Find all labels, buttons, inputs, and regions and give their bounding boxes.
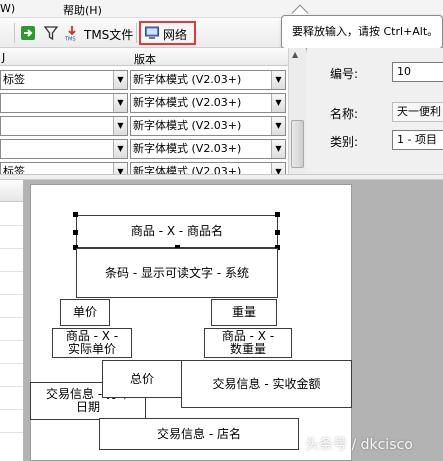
grid-vertical-scrollbar[interactable]: ▲: [288, 48, 306, 174]
table-row[interactable]: ▼ 新字体模式 (V2.03+) ▼: [0, 139, 288, 162]
cell-value: 新字体模式 (V2.03+): [133, 165, 242, 174]
chevron-down-icon[interactable]: ▼: [113, 71, 127, 89]
watermark-text: 头条号 / dkcisco: [305, 437, 413, 453]
chevron-down-icon[interactable]: ▼: [271, 117, 285, 135]
number-label: 编号:: [330, 67, 359, 81]
font-mode-select[interactable]: 新字体模式 (V2.03+) ▼: [130, 93, 286, 113]
network-label: 网络: [163, 28, 188, 42]
label-type-select[interactable]: 标签 ▼: [0, 70, 128, 90]
label-field-weight[interactable]: 重量: [211, 299, 277, 326]
label-grid: J 版本 标签 ▼ 新字体模式 (V2.03+) ▼ ▼ 新字体模式 (V2.03+…: [0, 48, 306, 174]
chevron-down-icon[interactable]: ▼: [271, 71, 285, 89]
table-row[interactable]: 标签 ▼ 新字体模式 (V2.03+) ▼: [0, 162, 288, 174]
label-field-unit-price[interactable]: 单价: [60, 299, 110, 326]
grid-column-header[interactable]: J: [2, 51, 5, 64]
chevron-down-icon[interactable]: ▼: [271, 94, 285, 112]
name-field[interactable]: 天一便利: [392, 102, 443, 122]
font-mode-select[interactable]: 新字体模式 (V2.03+) ▼: [130, 116, 286, 136]
resize-handle[interactable]: [73, 230, 78, 235]
list-divider: [0, 225, 23, 226]
list-divider: [0, 271, 23, 272]
list-divider: [0, 432, 23, 433]
cell-value: 新字体模式 (V2.03+): [133, 96, 242, 109]
release-input-tooltip: 要释放输入，请按 Ctrl+Alt。: [281, 15, 443, 49]
list-divider: [0, 294, 23, 295]
font-mode-select[interactable]: 新字体模式 (V2.03+) ▼: [130, 162, 286, 174]
svg-text:TMS: TMS: [64, 37, 76, 42]
lower-left-list: [0, 180, 24, 461]
filter-icon[interactable]: [43, 25, 59, 41]
label-field-total-price[interactable]: 总价: [102, 360, 182, 398]
chevron-down-icon[interactable]: ▼: [113, 140, 127, 158]
label-field-store-name[interactable]: 交易信息 - 店名: [99, 418, 299, 450]
number-field[interactable]: 10: [392, 62, 443, 82]
list-divider: [0, 248, 23, 249]
grid-header: J 版本: [0, 48, 288, 66]
list-divider: [0, 317, 23, 318]
resize-handle[interactable]: [275, 230, 280, 235]
label-type-select[interactable]: ▼: [0, 116, 128, 136]
list-divider: [0, 363, 23, 364]
list-header: [0, 180, 23, 202]
font-mode-select[interactable]: 新字体模式 (V2.03+) ▼: [130, 139, 286, 159]
table-row[interactable]: ▼ 新字体模式 (V2.03+) ▼: [0, 116, 288, 139]
cell-value: 标签: [3, 165, 25, 174]
name-label: 名称:: [330, 107, 359, 121]
chevron-down-icon[interactable]: ▼: [271, 163, 285, 174]
cell-value: 新字体模式 (V2.03+): [133, 119, 242, 132]
label-field-net-weight[interactable]: 商品 - X - 数重量: [204, 328, 292, 358]
resize-handle[interactable]: [275, 212, 280, 217]
list-divider: [0, 386, 23, 387]
chevron-down-icon[interactable]: ▼: [113, 117, 127, 135]
toolbar-separator: [136, 23, 137, 43]
list-divider: [0, 409, 23, 410]
network-computer-icon: [144, 25, 160, 41]
grid-column-header-version[interactable]: 版本: [134, 51, 156, 67]
scrollbar-thumb[interactable]: [291, 120, 304, 168]
toolbar-separator: [14, 23, 15, 43]
label-type-select[interactable]: ▼: [0, 139, 128, 159]
scroll-up-icon[interactable]: ▲: [292, 50, 298, 59]
label-field-received-amount[interactable]: 交易信息 - 实收金额: [181, 360, 352, 408]
tms-file-button[interactable]: TMS文件: [84, 26, 133, 43]
property-panel: 编号: 10 名称: 天一便利 类别: 1 - 项目: [307, 48, 443, 174]
category-select[interactable]: 1 - 项目: [392, 130, 443, 150]
table-row[interactable]: ▼ 新字体模式 (V2.03+) ▼: [0, 93, 288, 116]
label-field-barcode[interactable]: 条码 - 显示可读文字 - 系统: [76, 248, 278, 298]
table-row[interactable]: 标签 ▼ 新字体模式 (V2.03+) ▼: [0, 70, 288, 93]
label-type-select[interactable]: ▼: [0, 93, 128, 113]
label-type-select[interactable]: 标签 ▼: [0, 162, 128, 174]
export-arrow-icon[interactable]: [20, 25, 36, 41]
list-divider: [0, 340, 23, 341]
chevron-down-icon[interactable]: ▼: [113, 163, 127, 174]
tms-file-icon[interactable]: TMS: [64, 25, 80, 43]
chevron-down-icon[interactable]: ▼: [271, 140, 285, 158]
font-mode-select[interactable]: 新字体模式 (V2.03+) ▼: [130, 70, 286, 90]
label-field-product-name[interactable]: 商品 - X - 商品名: [76, 215, 278, 248]
cell-value: 新字体模式 (V2.03+): [133, 142, 242, 155]
cell-value: 标签: [3, 73, 25, 86]
menu-item-help[interactable]: 帮助(H): [63, 2, 102, 18]
label-field-actual-unit-price[interactable]: 商品 - X - 实际单价: [52, 328, 132, 358]
chevron-down-icon[interactable]: ▼: [113, 94, 127, 112]
cell-value: 新字体模式 (V2.03+): [133, 73, 242, 86]
category-label: 类别:: [330, 135, 359, 149]
resize-handle[interactable]: [73, 212, 78, 217]
network-button[interactable]: 网络: [139, 21, 196, 45]
menu-item-window[interactable]: W): [0, 2, 15, 15]
